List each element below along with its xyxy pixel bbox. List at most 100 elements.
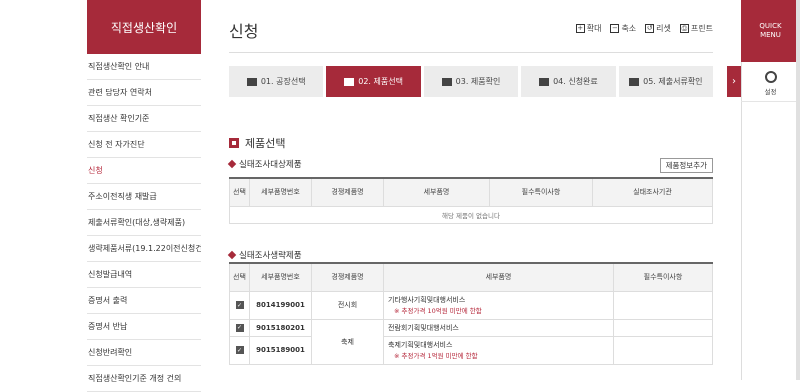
col-code: 세부품명번호 bbox=[249, 177, 312, 207]
header-divider bbox=[229, 52, 713, 53]
survey-subtitle: 실태조사대상제품 bbox=[227, 158, 302, 170]
survey-table: 선택 세부품명번호 경쟁제품명 세부품명 필수특이사항 실태조사기관 해당 제품… bbox=[229, 177, 713, 224]
diamond-icon bbox=[227, 159, 237, 169]
diamond-icon bbox=[227, 250, 237, 260]
step-label: 03. 제품확인 bbox=[455, 77, 501, 86]
sidebar-item-documents[interactable]: 제출서류확인(대상,생략제품) bbox=[87, 210, 201, 236]
step-label: 02. 제품선택 bbox=[358, 77, 403, 86]
step-confirm[interactable]: 03. 제품확인 bbox=[423, 66, 519, 97]
col-code: 세부품명번호 bbox=[249, 262, 312, 292]
omitted-table: 선택 세부품명번호 경쟁제품명 세부품명 필수특이사항 ✓ 8014199001… bbox=[229, 262, 713, 365]
print-button[interactable]: ⎙ 프린트 bbox=[679, 23, 713, 34]
zoom-in-label: 확대 bbox=[586, 24, 602, 33]
table-row: ✓ 9015180201 축제 전람회기획및대행서비스 bbox=[229, 318, 713, 365]
main-content: 신청 + 확대 − 축소 ↺ 리셋 ⎙ 프린트 01. 공장선택 02. 제품선… bbox=[227, 0, 714, 380]
empty-message: 해당 제품이 없습니다 bbox=[229, 205, 713, 224]
sidebar-item-omitted-docs[interactable]: 생략제품서류(19.1.22이전신청건) bbox=[87, 236, 201, 262]
document-icon bbox=[629, 77, 640, 86]
zoom-out-icon: − bbox=[610, 24, 620, 33]
sidebar-item-apply[interactable]: 신청 bbox=[87, 158, 201, 184]
step-label: 05. 제출서류확인 bbox=[643, 77, 703, 86]
sidebar-item-guide[interactable]: 직접생산확인 안내 bbox=[87, 54, 201, 80]
row-note: ※ 추정가격 1억원 미만에 한함 bbox=[394, 352, 478, 360]
settings-label: 설정 bbox=[764, 88, 777, 96]
step-factory[interactable]: 01. 공장선택 bbox=[229, 66, 324, 97]
sidebar-item-criteria[interactable]: 직접생산 확인기준 bbox=[87, 106, 201, 132]
row-code: 9015180201 bbox=[249, 318, 312, 337]
sidebar-item-reissue[interactable]: 주소이전직생 재발급 bbox=[87, 184, 201, 210]
section-title-text: 제품선택 bbox=[245, 137, 286, 150]
step-documents[interactable]: 05. 제출서류확인 bbox=[618, 66, 714, 97]
col-select: 선택 bbox=[229, 262, 250, 292]
row-extra bbox=[613, 335, 713, 365]
step-label: 01. 공장선택 bbox=[260, 77, 306, 86]
omitted-subtitle-text: 실태조사생략제품 bbox=[239, 251, 302, 261]
col-detail: 세부품명 bbox=[383, 262, 614, 292]
row-detail-text: 기타행사기획및대행서비스 bbox=[388, 296, 466, 304]
section-title: 제품선택 bbox=[229, 135, 285, 151]
step-complete[interactable]: 04. 신청완료 bbox=[521, 66, 616, 97]
step-product[interactable]: 02. 제품선택 bbox=[326, 66, 421, 97]
sidebar-item-return-cert[interactable]: 증명서 반납 bbox=[87, 314, 201, 340]
add-product-info-button[interactable]: 제품정보추가 bbox=[659, 158, 713, 173]
step-label: 04. 신청완료 bbox=[553, 77, 598, 86]
col-note: 필수특이사항 bbox=[489, 177, 593, 207]
sidebar-item-self-check[interactable]: 신청 전 자가진단 bbox=[87, 132, 201, 158]
reset-label: 리셋 bbox=[656, 24, 671, 33]
settings-button[interactable]: 설정 bbox=[741, 66, 800, 102]
row-detail: 전람회기획및대행서비스 bbox=[383, 318, 614, 337]
sidebar-item-rejection[interactable]: 신청반려확인 bbox=[87, 340, 201, 366]
sidebar-item-history[interactable]: 신청발급내역 bbox=[87, 262, 201, 288]
table-row: ✓ 8014199001 전시회 기타행사기획및대행서비스 ※ 추정가격 10억… bbox=[229, 290, 713, 320]
row-detail: 축제기획및대행서비스 ※ 추정가격 1억원 미만에 한함 bbox=[383, 335, 614, 365]
print-icon: ⎙ bbox=[679, 24, 689, 33]
page-title: 신청 bbox=[229, 22, 259, 41]
gear-icon bbox=[764, 71, 777, 83]
zoom-in-button[interactable]: + 확대 bbox=[575, 23, 602, 34]
row-product: 축제 bbox=[311, 318, 384, 365]
row-product: 전시회 bbox=[311, 290, 384, 320]
toolbar: + 확대 − 축소 ↺ 리셋 ⎙ 프린트 bbox=[575, 23, 713, 34]
quick-menu-label: QUICK MENU bbox=[759, 21, 782, 39]
row-checkbox[interactable]: ✓ bbox=[235, 301, 244, 310]
sidebar-item-print-cert[interactable]: 증명서 출력 bbox=[87, 288, 201, 314]
print-label: 프린트 bbox=[690, 24, 713, 33]
row-code: 9015189001 bbox=[249, 335, 312, 365]
cart-icon bbox=[344, 77, 355, 86]
row-extra bbox=[613, 318, 713, 337]
zoom-in-icon: + bbox=[575, 24, 585, 33]
row-checkbox[interactable]: ✓ bbox=[235, 346, 244, 355]
survey-subtitle-text: 실태조사대상제품 bbox=[239, 160, 302, 170]
row-checkbox[interactable]: ✓ bbox=[235, 323, 244, 332]
col-agency: 실태조사기관 bbox=[592, 177, 713, 207]
col-note: 필수특이사항 bbox=[613, 262, 713, 292]
row-code: 8014199001 bbox=[249, 290, 312, 320]
page: 직접생산확인 직접생산확인 안내 관련 담당자 연락처 직접생산 확인기준 신청… bbox=[0, 0, 800, 392]
step-tabs: 01. 공장선택 02. 제품선택 03. 제품확인 04. 신청완료 05. … bbox=[229, 66, 714, 97]
zoom-out-button[interactable]: − 축소 bbox=[610, 23, 636, 34]
zoom-out-label: 축소 bbox=[621, 24, 637, 33]
row-detail: 기타행사기획및대행서비스 ※ 추정가격 10억원 미만에 한함 bbox=[383, 290, 614, 320]
section-icon bbox=[229, 138, 239, 148]
sidebar-item-suggestion[interactable]: 직접생산확인기준 개정 건의 bbox=[87, 366, 201, 392]
omitted-subtitle: 실태조사생략제품 bbox=[227, 249, 302, 261]
check-icon bbox=[539, 77, 550, 86]
table-row: ✓ 9015189001 축제기획및대행서비스 ※ 추정가격 1억원 미만에 한… bbox=[229, 335, 713, 365]
scrollbar[interactable] bbox=[796, 0, 800, 380]
reset-button[interactable]: ↺ 리셋 bbox=[645, 23, 671, 34]
col-product: 경쟁제품명 bbox=[311, 262, 384, 292]
col-product: 경쟁제품명 bbox=[311, 177, 384, 207]
box-icon bbox=[441, 77, 452, 86]
next-step-arrow[interactable]: › bbox=[727, 66, 741, 97]
sidebar-title: 직접생산확인 bbox=[87, 0, 201, 54]
factory-icon bbox=[246, 77, 257, 86]
row-extra bbox=[613, 290, 713, 320]
quick-panel bbox=[741, 62, 800, 380]
reset-icon: ↺ bbox=[645, 24, 655, 33]
sidebar: 직접생산확인 직접생산확인 안내 관련 담당자 연락처 직접생산 확인기준 신청… bbox=[87, 0, 201, 392]
row-detail-text: 축제기획및대행서비스 bbox=[388, 341, 453, 349]
col-select: 선택 bbox=[229, 177, 250, 207]
sidebar-item-contacts[interactable]: 관련 담당자 연락처 bbox=[87, 80, 201, 106]
col-detail: 세부품명 bbox=[383, 177, 490, 207]
quick-menu-button[interactable]: QUICK MENU bbox=[741, 0, 800, 62]
